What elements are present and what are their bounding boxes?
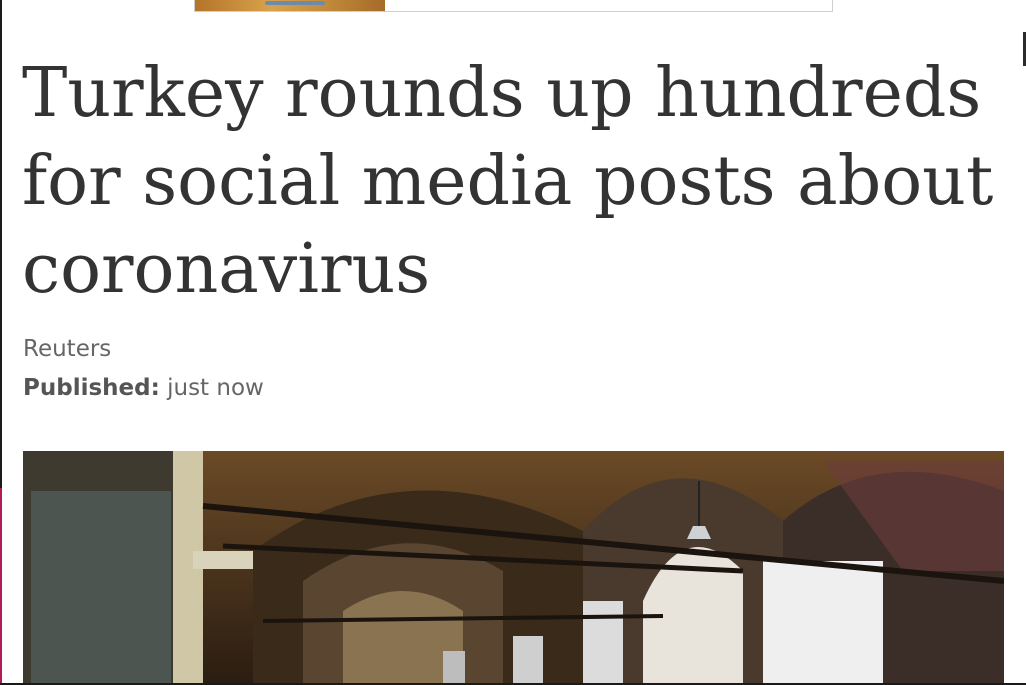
published-value: just now <box>167 375 264 401</box>
window-accent-strip <box>0 488 2 685</box>
ad-banner[interactable] <box>194 0 833 12</box>
photo-icon <box>23 451 1004 683</box>
published-label: Published: <box>23 375 160 401</box>
hero-image[interactable] <box>23 451 1004 683</box>
publish-info: Published: just now <box>23 375 264 401</box>
ad-thumbnail[interactable] <box>195 0 385 11</box>
article-headline: Turkey rounds up hundreds for social med… <box>22 54 994 309</box>
article-source[interactable]: Reuters <box>23 336 111 362</box>
